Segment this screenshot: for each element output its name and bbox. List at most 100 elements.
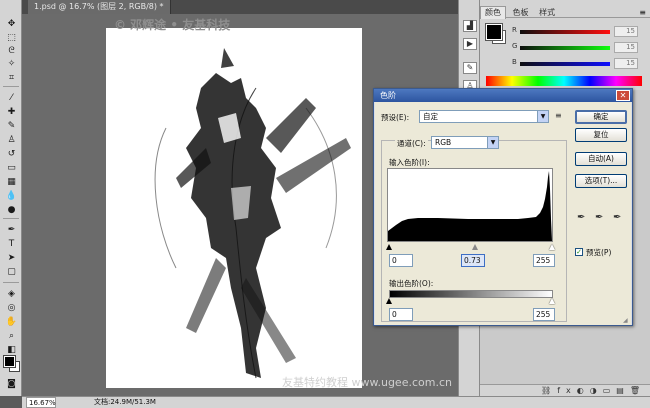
red-slider-label: R [512,26,517,34]
quick-mask-icon[interactable]: ◙ [5,378,18,389]
zoom-tool-icon[interactable]: ⌕ [5,330,18,341]
default-colors-icon[interactable]: ◧ [5,344,18,355]
crop-tool-icon[interactable]: ⌗ [5,72,18,83]
levels-dialog-title[interactable]: 色阶 [374,89,632,102]
foreground-color-swatch[interactable] [3,355,16,368]
document-tab-bar: 1.psd @ 16.7% (图层 2, RGB/8) * [22,0,458,14]
3d-rotate-tool-icon[interactable]: ◈ [5,288,18,299]
output-white-field[interactable]: 255 [533,308,555,321]
white-eyedropper-icon[interactable]: ✒ [613,212,621,223]
auto-button[interactable]: 自动(A) [575,152,627,166]
input-black-field[interactable]: 0 [389,254,413,267]
brush-panel-icon[interactable]: ✎ [463,62,477,74]
close-icon[interactable]: ✕ [616,90,630,101]
input-black-point-handle[interactable] [386,244,392,250]
toolbar-divider [3,282,19,283]
tools-panel: ✥ ⬚ ᘓ ✧ ⌗ ⁄ ✚ ✎ ♙ ↺ ▭ ▦ 💧 ● ✒ T ➤ ▢ ◈ ◎ … [0,0,22,396]
navigator-panel-icon[interactable]: ▶ [463,38,477,50]
status-bar: 16.67% 文档:24.9M/51.3M [22,396,650,408]
3d-orbit-tool-icon[interactable]: ◎ [5,302,18,313]
input-white-point-handle[interactable] [549,244,555,250]
panel-menu-icon[interactable]: ≡ [639,8,646,17]
histogram-panel-icon[interactable]: ▟ [463,20,477,32]
input-levels-label: 输入色阶(I): [389,158,430,167]
magic-wand-tool-icon[interactable]: ✧ [5,58,18,69]
output-levels-slider[interactable] [386,298,555,304]
options-button[interactable]: 选项(T)... [575,174,627,188]
gradient-tool-icon[interactable]: ▦ [5,176,18,187]
preset-select[interactable]: 自定 ▼ [419,110,549,123]
green-slider-track[interactable] [520,46,610,50]
green-slider-label: G [512,42,518,50]
toolbar-divider [3,218,19,219]
color-spectrum-bar[interactable] [486,76,642,86]
color-panel-tabs: 颜色 色板 样式 [480,6,650,19]
shape-tool-icon[interactable]: ▢ [5,266,18,277]
blue-slider-track[interactable] [520,62,610,66]
resize-grip-icon[interactable]: ◢ [623,317,631,325]
eyedropper-tool-icon[interactable]: ⁄ [5,92,18,103]
channel-select[interactable]: RGB ▼ [431,136,499,149]
document-canvas[interactable] [106,28,362,388]
input-gamma-field[interactable]: 0.73 [461,254,485,267]
output-levels-label: 输出色阶(O): [389,279,434,288]
histogram-graph [388,171,552,241]
output-black-field[interactable]: 0 [389,308,413,321]
red-value-field[interactable]: 15 [614,26,638,37]
preset-options-icon[interactable]: ≡ [555,111,562,120]
panel-foreground-color[interactable] [485,23,503,41]
preview-checkbox[interactable]: ✓ [575,248,583,256]
eraser-tool-icon[interactable]: ▭ [5,162,18,173]
history-brush-tool-icon[interactable]: ↺ [5,148,18,159]
blur-tool-icon[interactable]: 💧 [5,190,18,201]
preview-label: 预览(P) [586,248,612,257]
type-tool-icon[interactable]: T [5,238,18,249]
tab-styles[interactable]: 样式 [535,7,559,19]
levels-dialog: 色阶 ✕ 预设(E): 自定 ▼ ≡ 通道(C): RGB ▼ 输入色阶(I):… [373,88,633,326]
ok-button[interactable]: 确定 [575,110,627,124]
tab-color[interactable]: 颜色 [480,6,506,19]
tab-swatches[interactable]: 色板 [509,7,533,19]
blue-slider[interactable]: B 15 [512,58,648,70]
lasso-tool-icon[interactable]: ᘓ [5,45,18,56]
document-tab[interactable]: 1.psd @ 16.7% (图层 2, RGB/8) * [28,0,171,14]
preset-label: 预设(E): [381,113,410,122]
path-selection-tool-icon[interactable]: ➤ [5,252,18,263]
input-white-field[interactable]: 255 [533,254,555,267]
input-levels-slider[interactable] [386,244,555,250]
pen-tool-icon[interactable]: ✒ [5,224,18,235]
levels-dialog-body: 预设(E): 自定 ▼ ≡ 通道(C): RGB ▼ 输入色阶(I): 0 0.… [375,102,631,325]
reset-button[interactable]: 复位 [575,128,627,142]
toolbar-divider [3,86,19,87]
watermark-copyright: © 邓辉途 • 友基科技 [114,18,231,32]
zoom-level-field[interactable]: 16.67% [26,397,56,408]
watermark-tutorial-url: 友基特约教程 www.ugee.com.cn [282,376,452,389]
red-slider-track[interactable] [520,30,610,34]
red-slider[interactable]: R 15 [512,26,648,38]
marquee-tool-icon[interactable]: ⬚ [5,32,18,43]
warrior-sketch-illustration [154,48,351,379]
gray-eyedropper-icon[interactable]: ✒ [595,212,603,223]
output-levels-gradient[interactable] [389,290,553,298]
preset-select-value: 自定 [423,112,438,121]
channel-select-value: RGB [435,138,452,147]
black-eyedropper-icon[interactable]: ✒ [577,212,585,223]
blue-value-field[interactable]: 15 [614,58,638,69]
healing-brush-tool-icon[interactable]: ✚ [5,106,18,117]
channel-label: 通道(C): [395,138,428,149]
clone-stamp-tool-icon[interactable]: ♙ [5,134,18,145]
brush-tool-icon[interactable]: ✎ [5,120,18,131]
move-tool-icon[interactable]: ✥ [5,18,18,29]
document-size-info[interactable]: 文档:24.9M/51.3M [94,397,156,408]
input-gamma-handle[interactable] [472,244,478,250]
green-value-field[interactable]: 15 [614,42,638,53]
dodge-tool-icon[interactable]: ● [5,204,18,215]
hand-tool-icon[interactable]: ✋ [5,316,18,327]
chevron-down-icon: ▼ [537,111,548,122]
output-black-point-handle[interactable] [386,298,392,304]
layers-panel-footer-icons[interactable]: ⛓fx◐◑▭▤🗑 [480,384,650,396]
levels-histogram [387,168,553,242]
chevron-down-icon: ▼ [487,137,498,148]
output-white-point-handle[interactable] [549,298,555,304]
green-slider[interactable]: G 15 [512,42,648,54]
